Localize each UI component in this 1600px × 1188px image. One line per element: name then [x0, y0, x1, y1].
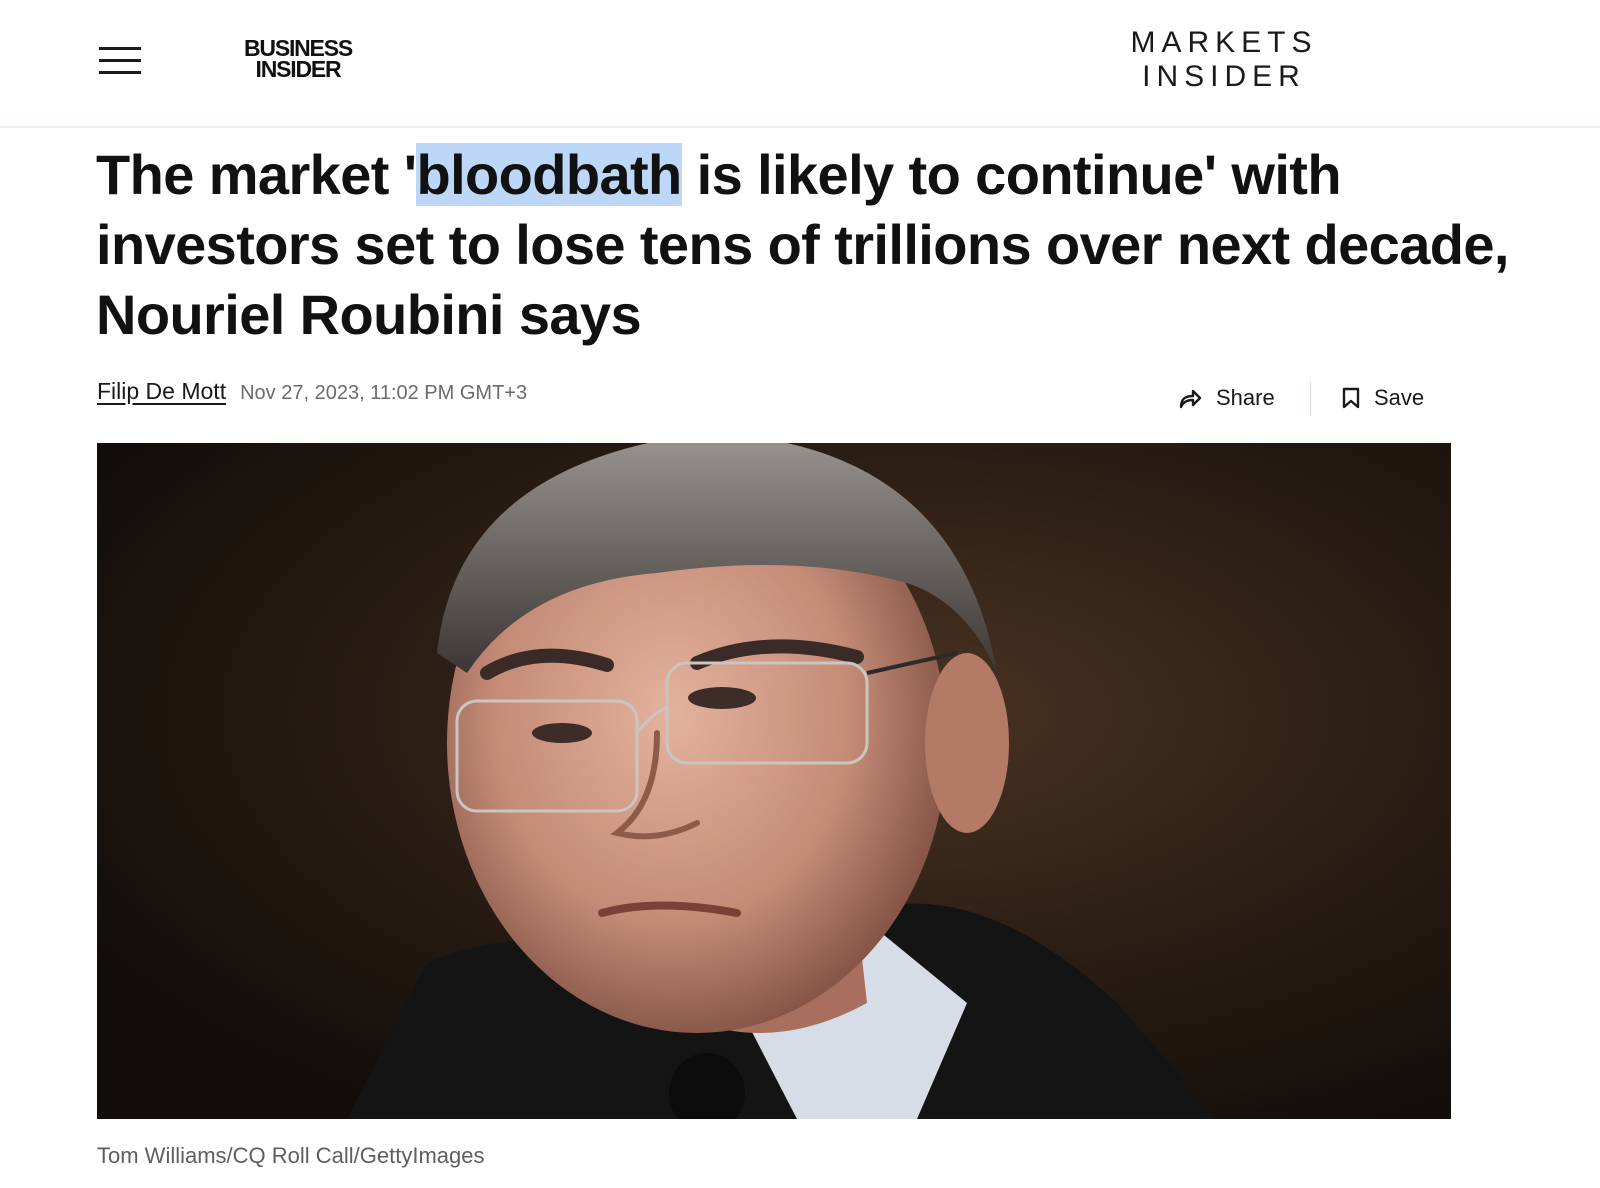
article-hero-image [97, 443, 1451, 1119]
site-header: BUSINESS INSIDER MARKETS INSIDER [0, 0, 1600, 128]
save-label: Save [1374, 385, 1425, 410]
image-caption: Tom Williams/CQ Roll Call/GettyImages [97, 1143, 485, 1168]
headline-text-start: The market ' [96, 143, 417, 206]
section-logo-line2: INSIDER [1142, 60, 1306, 93]
business-insider-logo[interactable]: BUSINESS INSIDER [236, 37, 360, 86]
author-link[interactable]: Filip De Mott [97, 378, 226, 405]
headline-selected-text: bloodbath [416, 143, 682, 206]
hamburger-menu-icon[interactable] [99, 47, 141, 75]
share-arrow-icon [1178, 387, 1202, 409]
section-logo-line1: MARKETS [1130, 26, 1318, 59]
bookmark-icon [1342, 387, 1360, 409]
actions-divider [1310, 382, 1311, 416]
markets-insider-logo[interactable]: MARKETS INSIDER [1118, 26, 1330, 94]
share-label: Share [1216, 385, 1275, 410]
brand-logo-line2: INSIDER [255, 56, 342, 82]
share-button[interactable]: Share [1178, 380, 1275, 416]
article-headline: The market 'bloodbath is likely to conti… [96, 140, 1536, 350]
article-actions: Share Save [1170, 380, 1440, 416]
save-button[interactable]: Save [1342, 380, 1424, 416]
publish-timestamp: Nov 27, 2023, 11:02 PM GMT+3 [240, 382, 528, 404]
byline: Filip De Mott Nov 27, 2023, 11:02 PM GMT… [97, 378, 527, 414]
